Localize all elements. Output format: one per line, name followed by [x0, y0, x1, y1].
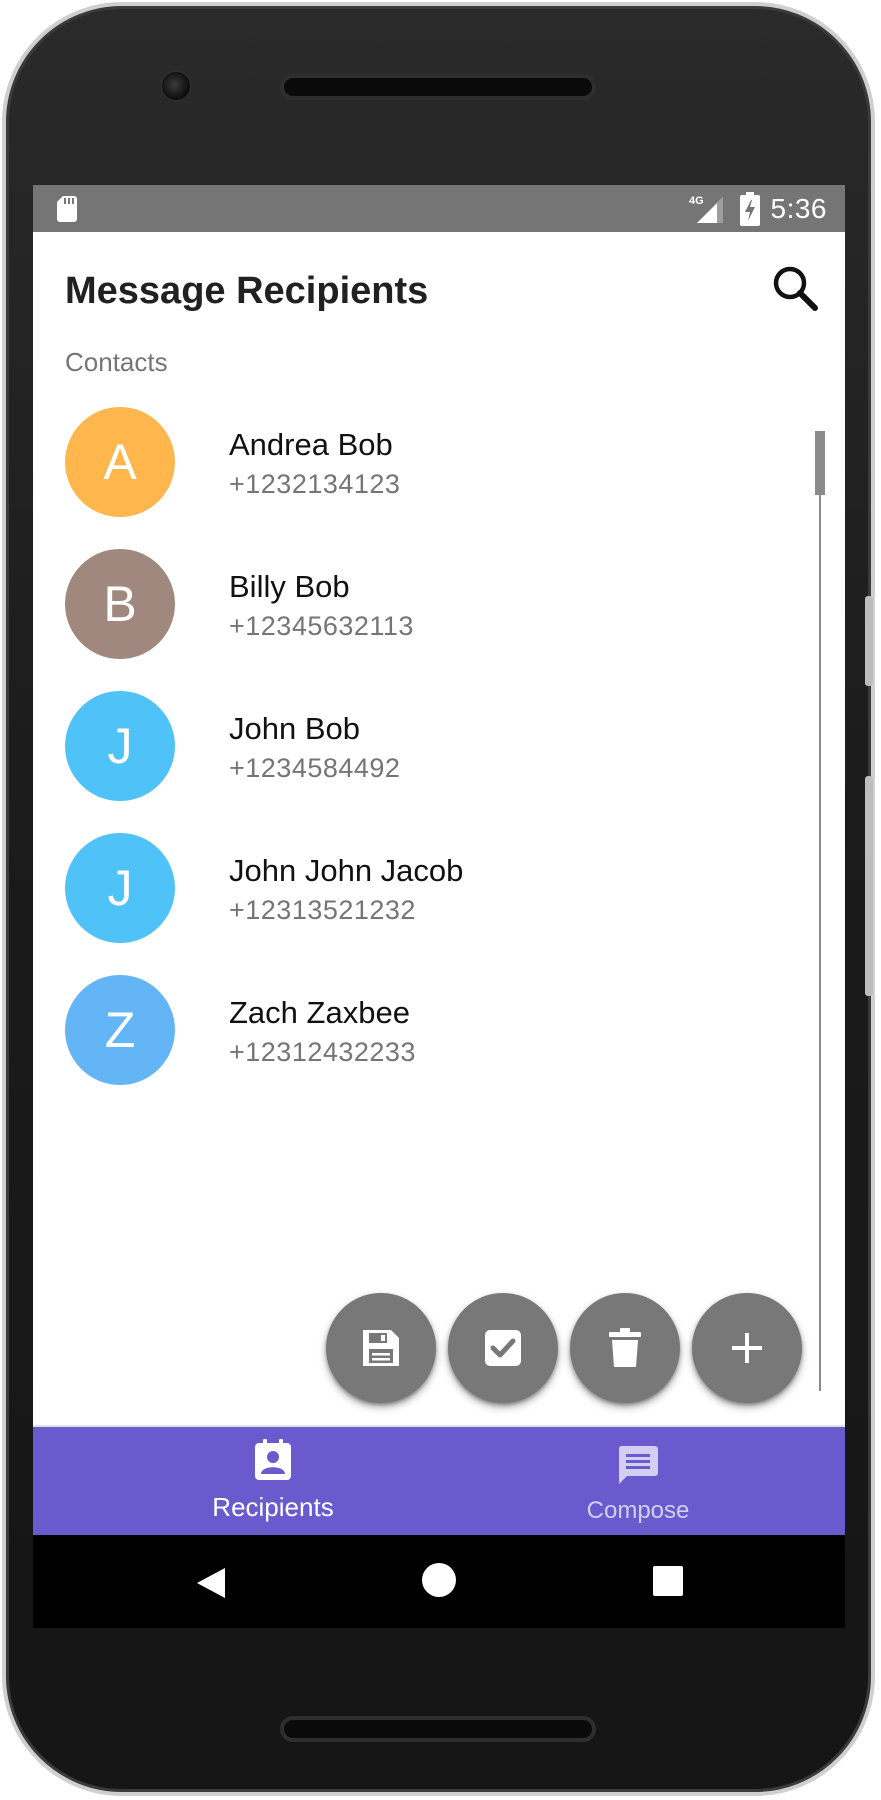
back-icon[interactable] — [195, 1567, 227, 1599]
tab-compose-label: Compose — [586, 1497, 690, 1524]
delete-button[interactable] — [570, 1293, 680, 1403]
tab-compose[interactable]: Compose — [435, 1427, 841, 1537]
message-icon — [618, 1446, 658, 1484]
scrollbar-thumb[interactable] — [815, 431, 825, 495]
contact-phone: +12312432233 — [229, 1037, 416, 1067]
list-item[interactable]: A Andrea Bob +1232134123 — [33, 397, 813, 539]
avatar: Z — [65, 975, 175, 1085]
avatar: A — [65, 407, 175, 517]
save-button[interactable] — [326, 1293, 436, 1403]
bottom-navigation: Recipients Compose — [33, 1425, 845, 1535]
avatar: J — [65, 691, 175, 801]
tab-recipients[interactable]: Recipients — [70, 1427, 476, 1537]
contact-name: John Bob — [229, 711, 360, 746]
add-icon — [732, 1333, 762, 1363]
avatar: B — [65, 549, 175, 659]
front-camera — [160, 70, 192, 102]
sd-card-icon — [57, 196, 77, 222]
contact-phone: +1232134123 — [229, 469, 401, 499]
list-item[interactable]: B Billy Bob +12345632113 — [33, 539, 813, 681]
contact-name: Andrea Bob — [229, 427, 393, 462]
search-button[interactable] — [767, 260, 823, 316]
save-icon — [363, 1330, 399, 1366]
screen: 4G 5:36 Message Recipients Contacts A An… — [33, 185, 845, 1628]
add-button[interactable] — [692, 1293, 802, 1403]
section-label-contacts: Contacts — [65, 347, 168, 377]
network-type-label: 4G — [689, 195, 704, 207]
power-button — [865, 776, 873, 996]
delete-icon — [609, 1328, 641, 1367]
recents-icon[interactable] — [653, 1566, 683, 1596]
contact-phone: +12345632113 — [229, 611, 414, 641]
list-item[interactable]: J John John Jacob +12313521232 — [33, 823, 813, 965]
contact-phone: +1234584492 — [229, 753, 401, 783]
contact-name: Billy Bob — [229, 569, 350, 604]
system-navigation-bar — [33, 1535, 845, 1628]
earpiece-speaker — [280, 74, 596, 100]
avatar: J — [65, 833, 175, 943]
list-item[interactable]: J John Bob +1234584492 — [33, 681, 813, 823]
status-bar: 4G 5:36 — [33, 185, 845, 232]
list-item[interactable]: Z Zach Zaxbee +12312432233 — [33, 965, 813, 1107]
contact-phone: +12313521232 — [229, 895, 416, 925]
app-bar: Message Recipients — [33, 232, 845, 342]
contact-name: John John Jacob — [229, 853, 464, 888]
scrollbar-track[interactable] — [819, 431, 821, 1391]
signal-4g-icon: 4G — [689, 195, 723, 223]
tab-recipients-label: Recipients — [212, 1492, 334, 1522]
check-icon — [485, 1330, 521, 1366]
status-time: 5:36 — [770, 192, 827, 224]
page-title: Message Recipients — [65, 270, 429, 312]
volume-button — [865, 596, 873, 686]
contacts-icon — [255, 1439, 291, 1480]
select-button[interactable] — [448, 1293, 558, 1403]
home-icon[interactable] — [422, 1563, 456, 1597]
battery-charging-icon — [739, 191, 760, 226]
bottom-speaker — [280, 1716, 596, 1742]
search-icon — [773, 266, 818, 311]
contact-name: Zach Zaxbee — [229, 995, 410, 1030]
